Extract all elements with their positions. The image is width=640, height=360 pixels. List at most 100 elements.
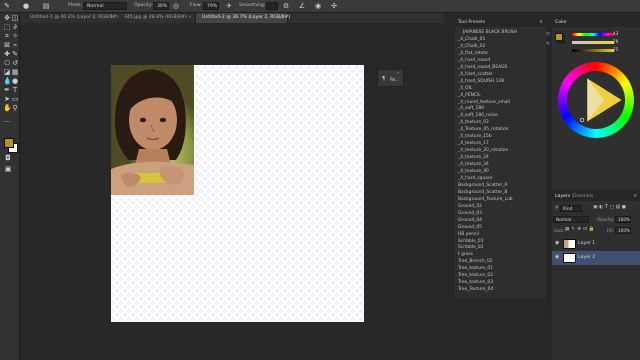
layer-filter-icons[interactable]: ▣◐T▢▤● [593,205,628,210]
tab-layers[interactable]: Layers [555,192,570,201]
document-tab-untitled-2[interactable]: Untitled-2 @ 36.7% (Layer 2, RGB/8#) × [196,13,290,23]
close-tab-icon[interactable]: × [280,13,284,23]
tool-preset-item[interactable]: _4_soft_180_noise [458,113,498,118]
tool-preset-item[interactable]: HB pencil [458,232,479,237]
zoom-tool-icon[interactable]: ⚲ [11,104,19,112]
quick-select-tool-icon[interactable]: ✧ [11,32,19,40]
tool-preset-item[interactable]: Ground_03 [458,211,482,216]
brightness-slider[interactable] [572,49,614,52]
airbrush-icon[interactable]: ✈ [225,2,233,10]
tool-preset-item[interactable]: _4_soft_180 [458,106,484,111]
history-panel-icon[interactable]: ◷ [546,32,550,37]
more-tools-icon[interactable]: … [3,116,11,124]
tool-preset-item[interactable]: _4_hard_round_BEADS [458,65,507,70]
tool-preset-item[interactable]: _4_texture_17 [458,141,489,146]
hue-slider[interactable] [572,33,614,36]
brush-settings-icon[interactable]: ✎ [546,42,550,47]
tool-preset-item[interactable]: t grass [458,252,473,257]
blend-mode-select[interactable]: Normal [553,216,589,223]
tool-preset-item[interactable]: _4_hard_round [458,58,490,63]
rectangle-tool-icon[interactable]: ▭ [11,95,19,103]
hand-tool-icon[interactable]: ✋ [3,104,12,112]
smoothing-options-gear-icon[interactable]: ⚙ [282,2,290,10]
tool-preset-item[interactable]: JAPANESE BLACK BRUSH [463,30,517,35]
document-tab-345-jpg[interactable]: 345.jpg @ 48.8% (RGB/8#) × [118,13,196,23]
screen-mode-icon[interactable]: ▣ [4,165,12,173]
tool-preset-item[interactable]: _4_OIL [458,86,472,91]
close-tab-icon[interactable]: × [110,13,114,23]
pressure-opacity-icon[interactable]: ◎ [172,2,180,10]
layer-name[interactable]: Layer 2 [578,251,595,265]
lock-icons[interactable]: ▦✎✥⊡🔒 [565,227,597,232]
tool-preset-item[interactable]: _4_Texture_05_rotation [458,127,508,132]
toggle-brush-panel-icon[interactable]: ▤ [42,2,50,10]
tool-preset-item[interactable]: Tree_Branch_02 [458,259,493,264]
tool-preset-item[interactable]: Ground_05 [458,225,482,230]
brush-preset-picker-icon[interactable]: ● [22,2,30,10]
quick-mask-icon[interactable]: ◘ [4,154,12,162]
foreground-color-swatch[interactable] [4,138,14,148]
type-tool-icon[interactable]: T [11,86,19,94]
tool-preset-item[interactable]: _4_hard_scatter [458,72,493,77]
symmetry-icon[interactable]: ✣ [330,2,338,10]
layer-name[interactable]: Layer 1 [578,237,595,251]
layer-opacity-field[interactable]: 100% [615,216,631,223]
hue-value[interactable]: 43 [613,31,618,36]
clone-stamp-tool-icon[interactable]: ⎔ [3,59,11,67]
healing-brush-tool-icon[interactable]: ✚ [3,50,11,58]
kind-filter-select[interactable]: Kind [560,205,582,212]
tool-preset-item[interactable]: Tree_texture_02 [458,273,493,278]
brightness-value[interactable]: 75 [613,47,618,52]
tab-channels[interactable]: Channels [572,192,593,201]
tool-preset-item[interactable]: _4_texture_40 [458,169,489,174]
tool-preset-item[interactable]: _4_hard_square [458,176,492,181]
tool-preset-item[interactable]: Tree_texture_01 [458,266,493,271]
tool-preset-item[interactable]: _4_flat_rotate [458,51,488,56]
visibility-eye-icon[interactable]: ◉ [555,241,560,246]
path-selection-tool-icon[interactable]: ➤ [3,95,11,103]
marquee-tool-icon[interactable]: ⬚ [3,23,11,31]
collapsed-paragraph-panel[interactable]: ¶ Pa... » [377,69,404,87]
tool-preset-item[interactable]: Ground_02 [458,204,482,209]
panel-menu-icon[interactable]: ≡ [539,18,543,27]
flow-field[interactable]: 79% [203,2,219,10]
document-tab-untitled-1[interactable]: Untitled-1 @ 40.3% (Layer 2, RGB/8#) × [24,13,118,23]
dodge-tool-icon[interactable]: ● [11,77,19,85]
lasso-tool-icon[interactable]: ∂ [11,23,19,31]
brush-angle-icon[interactable]: ∠ [298,2,306,10]
gradient-tool-icon[interactable]: ▦ [11,68,19,76]
color-panel-header[interactable]: Color [552,18,640,27]
layer-row-layer-1[interactable]: ◉ Layer 1 [552,237,640,251]
tool-preset-item[interactable]: _4_texture_15b [458,134,492,139]
pressure-size-icon[interactable]: ◉ [314,2,322,10]
tool-preset-item[interactable]: Scribble_02 [458,245,484,250]
photo-layer-image[interactable] [111,65,194,195]
eraser-tool-icon[interactable]: ◪ [3,68,11,76]
saturation-value[interactable]: 79 [613,39,618,44]
fill-field[interactable]: 100% [615,227,631,234]
tool-preset-item[interactable]: Tree_Texture_04 [458,287,493,292]
tool-preset-item[interactable]: _4_Chalk_01 [458,37,485,42]
move-tool-icon[interactable]: ✥ [3,14,11,22]
visibility-eye-icon[interactable]: ◉ [555,255,560,260]
tool-preset-item[interactable]: _4_texture_02 [458,120,489,125]
tool-preset-item[interactable]: Ground_04 [458,218,482,223]
smoothing-field[interactable] [266,2,278,10]
tool-preset-item[interactable]: _4_round_texture_small [458,100,510,105]
pen-tool-icon[interactable]: ✒ [3,86,11,94]
layers-panel-menu-icon[interactable]: ≡ [633,194,637,199]
brush-tool-icon-toolbar[interactable]: ✎ [11,50,19,58]
frame-tool-icon[interactable]: ⊠ [3,41,11,49]
tool-preset-item[interactable]: _4_texture_20_rotation [458,148,508,153]
close-tab-icon[interactable]: × [188,13,192,23]
brush-tool-icon[interactable]: ✎ [3,2,11,10]
saturation-slider[interactable] [572,41,614,44]
tool-preset-item[interactable]: Background_Scatter_B [458,190,507,195]
tool-preset-item[interactable]: _4_hard_SQUISH 138 [458,79,504,84]
tool-preset-item[interactable]: Background_Texture_Lub [458,197,513,202]
tool-preset-item[interactable]: Background_Scatter_A [458,183,507,188]
tool-preset-item[interactable]: _4_PENCIL [458,93,481,98]
tool-preset-item[interactable]: _4_Chalk_02 [458,44,485,49]
color-wheel[interactable] [554,58,638,142]
tool-presets-panel-title[interactable]: Tool Presets ≡ [455,18,546,27]
